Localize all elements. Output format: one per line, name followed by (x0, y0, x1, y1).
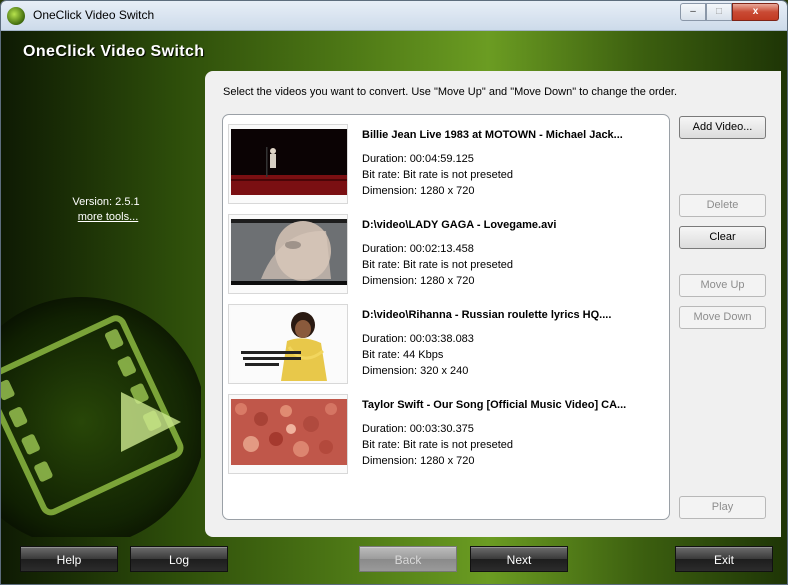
video-thumbnail (228, 304, 348, 384)
more-tools-link[interactable]: more tools... (1, 211, 206, 223)
video-thumbnail-image (231, 219, 347, 285)
move-down-button[interactable]: Move Down (679, 306, 766, 329)
video-dimension: Dimension: 320 x 240 (362, 365, 469, 377)
clear-button[interactable]: Clear (679, 226, 766, 249)
list-item[interactable]: D:\video\LADY GAGA - Lovegame.avi Durati… (223, 214, 669, 304)
minimize-button[interactable]: – (680, 3, 706, 21)
play-button[interactable]: Play (679, 496, 766, 519)
version-label: Version: 2.5.1 (72, 196, 140, 208)
video-duration: Duration: 00:03:38.083 (362, 333, 474, 345)
window-title: OneClick Video Switch (33, 8, 155, 22)
help-button[interactable]: Help (20, 546, 118, 572)
video-duration: Duration: 00:02:13.458 (362, 243, 474, 255)
video-thumbnail-image (231, 129, 347, 195)
delete-button[interactable]: Delete (679, 194, 766, 217)
app-window: OneClick Video Switch – □ x OneClick Vid… (0, 0, 788, 585)
log-button[interactable]: Log (130, 546, 228, 572)
video-title: Billie Jean Live 1983 at MOTOWN - Michae… (362, 129, 623, 141)
video-bitrate: Bit rate: Bit rate is not preseted (362, 169, 514, 181)
list-item[interactable]: Billie Jean Live 1983 at MOTOWN - Michae… (223, 124, 669, 214)
video-title: D:\video\Rihanna - Russian roulette lyri… (362, 309, 612, 321)
video-thumbnail (228, 124, 348, 204)
video-dimension: Dimension: 1280 x 720 (362, 275, 475, 287)
video-thumbnail-image (231, 399, 347, 465)
film-reel-icon (1, 297, 201, 537)
video-thumbnail (228, 394, 348, 474)
left-branding-panel: OneClick Video Switch Version: 2.5.1 mor… (1, 32, 206, 537)
list-item[interactable]: D:\video\Rihanna - Russian roulette lyri… (223, 304, 669, 394)
video-title: Taylor Swift - Our Song [Official Music … (362, 399, 627, 411)
video-thumbnail (228, 214, 348, 294)
maximize-button[interactable]: □ (706, 3, 732, 21)
video-duration: Duration: 00:04:59.125 (362, 153, 474, 165)
video-bitrate: Bit rate: Bit rate is not preseted (362, 439, 514, 451)
instructions-text: Select the videos you want to convert. U… (223, 86, 678, 98)
video-thumbnail-image (231, 307, 347, 381)
app-title: OneClick Video Switch (23, 43, 205, 60)
exit-button[interactable]: Exit (675, 546, 773, 572)
video-title: D:\video\LADY GAGA - Lovegame.avi (362, 219, 557, 231)
video-bitrate: Bit rate: 44 Kbps (362, 349, 444, 361)
video-duration: Duration: 00:03:30.375 (362, 423, 474, 435)
close-button[interactable]: x (732, 3, 779, 21)
video-dimension: Dimension: 1280 x 720 (362, 185, 475, 197)
video-dimension: Dimension: 1280 x 720 (362, 455, 475, 467)
move-up-button[interactable]: Move Up (679, 274, 766, 297)
video-bitrate: Bit rate: Bit rate is not preseted (362, 259, 514, 271)
app-logo-icon (7, 7, 25, 25)
list-item[interactable]: Taylor Swift - Our Song [Official Music … (223, 394, 669, 484)
back-button[interactable]: Back (359, 546, 457, 572)
title-bar: OneClick Video Switch – □ x (1, 1, 787, 31)
next-button[interactable]: Next (470, 546, 568, 572)
video-list[interactable]: Billie Jean Live 1983 at MOTOWN - Michae… (222, 114, 670, 520)
add-video-button[interactable]: Add Video... (679, 116, 766, 139)
main-panel: Select the videos you want to convert. U… (205, 71, 781, 537)
